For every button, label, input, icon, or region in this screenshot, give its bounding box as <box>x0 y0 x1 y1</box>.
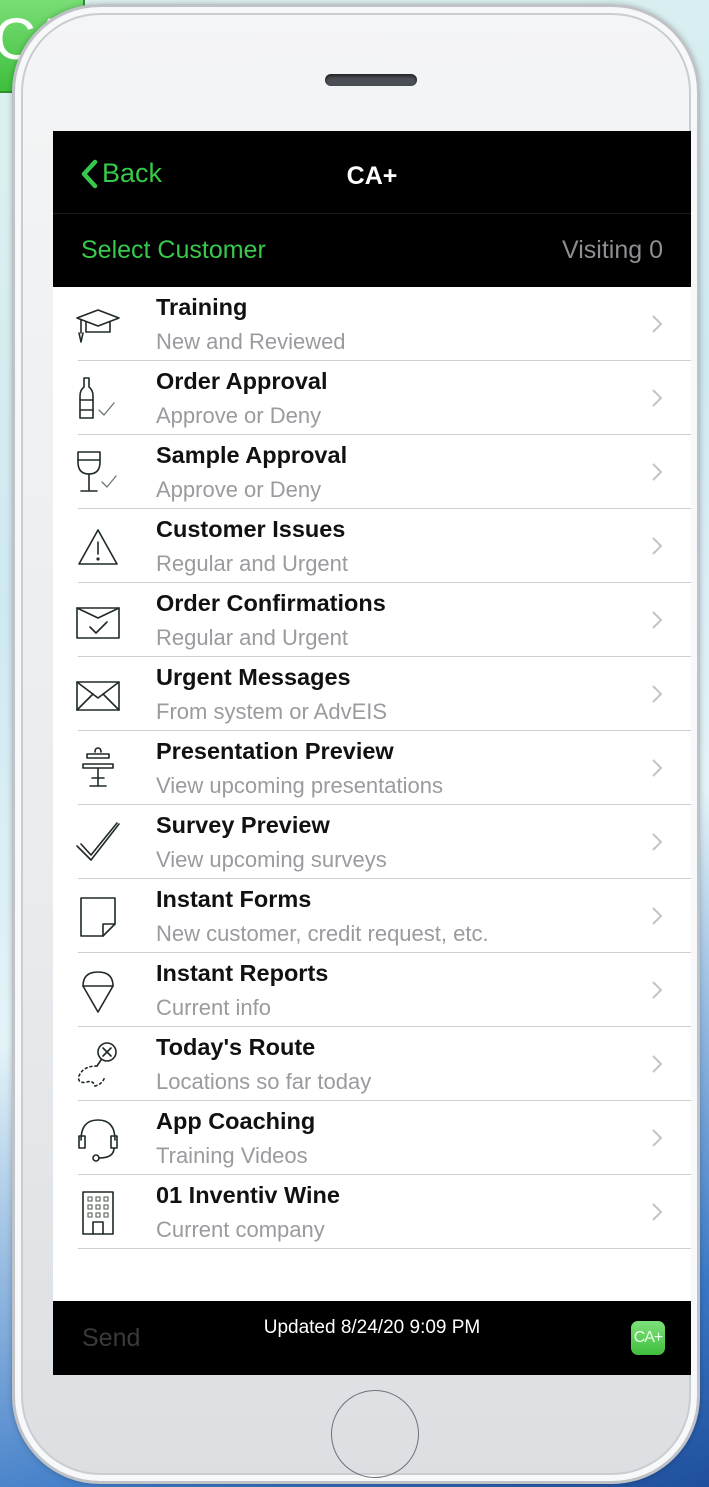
menu-item-title: Order Approval <box>156 368 328 394</box>
phone-speaker <box>325 74 417 86</box>
graduation-cap-icon <box>76 309 120 343</box>
home-button[interactable] <box>331 1390 419 1478</box>
chevron-right-icon <box>652 685 663 703</box>
chevron-right-icon <box>652 537 663 555</box>
menu-item-company[interactable]: 01 Inventiv Wine Current company <box>53 1175 691 1249</box>
bottom-toolbar: Send Updated 8/24/20 9:09 PM CA+ <box>53 1301 691 1375</box>
chevron-right-icon <box>652 1129 663 1147</box>
chevron-right-icon <box>652 611 663 629</box>
menu-item-subtitle: New customer, credit request, etc. <box>156 921 489 946</box>
updated-timestamp: Updated 8/24/20 9:09 PM <box>263 1317 481 1338</box>
menu-item-order-confirmations[interactable]: Order Confirmations Regular and Urgent <box>53 583 691 657</box>
page-title: CA+ <box>346 162 398 190</box>
menu-item-title: Customer Issues <box>156 516 346 542</box>
checkmark-icon <box>76 822 120 861</box>
bottle-check-icon <box>79 377 115 419</box>
chevron-right-icon <box>652 463 663 481</box>
presentation-easel-icon <box>82 747 114 787</box>
menu-item-title: Instant Reports <box>156 960 329 986</box>
menu-item-title: App Coaching <box>156 1108 316 1134</box>
menu-item-subtitle: Locations so far today <box>156 1069 372 1094</box>
menu-item-todays-route[interactable]: Today's Route Locations so far today <box>53 1027 691 1101</box>
menu-item-subtitle: Training Videos <box>156 1143 308 1168</box>
menu-item-survey-preview[interactable]: Survey Preview View upcoming surveys <box>53 805 691 879</box>
menu-item-subtitle: Regular and Urgent <box>156 551 349 576</box>
chevron-right-icon <box>652 833 663 851</box>
menu-item-customer-issues[interactable]: Customer Issues Regular and Urgent <box>53 509 691 583</box>
menu-item-subtitle: Regular and Urgent <box>156 625 349 650</box>
chevron-right-icon <box>652 907 663 925</box>
menu-item-title: Training <box>156 294 248 320</box>
navigation-bar: Back CA+ <box>53 131 691 214</box>
menu-item-instant-forms[interactable]: Instant Forms New customer, credit reque… <box>53 879 691 953</box>
chevron-right-icon <box>652 1203 663 1221</box>
menu-item-title: Presentation Preview <box>156 738 394 764</box>
menu-item-subtitle: From system or AdvEIS <box>156 699 388 724</box>
menu-item-subtitle: Approve or Deny <box>156 403 322 428</box>
menu-item-title: Today's Route <box>156 1034 316 1060</box>
menu-item-training[interactable]: Training New and Reviewed <box>53 287 691 361</box>
menu-item-subtitle: Current info <box>156 995 271 1020</box>
chevron-right-icon <box>652 759 663 777</box>
menu-item-subtitle: Approve or Deny <box>156 477 322 502</box>
form-note-icon <box>80 897 116 937</box>
box-check-icon <box>76 607 120 639</box>
phone-frame: Back CA+ Select Customer Visiting 0 Trai… <box>12 4 700 1484</box>
headset-icon <box>78 1119 118 1162</box>
chevron-right-icon <box>652 315 663 333</box>
visiting-count: Visiting 0 <box>562 236 663 264</box>
envelope-icon <box>76 681 120 711</box>
menu-item-urgent-messages[interactable]: Urgent Messages From system or AdvEIS <box>53 657 691 731</box>
building-icon <box>82 1191 114 1235</box>
wine-glass-check-icon <box>77 451 117 492</box>
customer-bar: Select Customer Visiting 0 <box>53 214 691 287</box>
menu-item-order-approval[interactable]: Order Approval Approve or Deny <box>53 361 691 435</box>
menu-item-title: Survey Preview <box>156 812 330 838</box>
menu-item-instant-reports[interactable]: Instant Reports Current info <box>53 953 691 1027</box>
app-icon-button[interactable]: CA+ <box>631 1321 665 1355</box>
menu-item-presentation-preview[interactable]: Presentation Preview View upcoming prese… <box>53 731 691 805</box>
menu-item-app-coaching[interactable]: App Coaching Training Videos <box>53 1101 691 1175</box>
warning-icon <box>78 529 118 565</box>
menu-item-title: Urgent Messages <box>156 664 351 690</box>
select-customer-button[interactable]: Select Customer <box>81 236 266 265</box>
chevron-right-icon <box>652 389 663 407</box>
menu-item-title: Order Confirmations <box>156 590 386 616</box>
app-screen: Back CA+ Select Customer Visiting 0 Trai… <box>53 131 691 1375</box>
menu-item-subtitle: New and Reviewed <box>156 329 346 354</box>
menu-item-title: 01 Inventiv Wine <box>156 1182 340 1208</box>
chevron-right-icon <box>652 981 663 999</box>
menu-item-subtitle: View upcoming presentations <box>156 773 443 798</box>
menu-item-sample-approval[interactable]: Sample Approval Approve or Deny <box>53 435 691 509</box>
chevron-right-icon <box>652 1055 663 1073</box>
route-map-icon <box>77 1042 117 1087</box>
ice-cream-cone-icon <box>82 971 114 1013</box>
menu-item-subtitle: View upcoming surveys <box>156 847 387 872</box>
menu-item-title: Instant Forms <box>156 886 312 912</box>
menu-list: Training New and Reviewed Order Approval… <box>53 287 691 1249</box>
menu-item-subtitle: Current company <box>156 1217 325 1242</box>
menu-item-title: Sample Approval <box>156 442 348 468</box>
